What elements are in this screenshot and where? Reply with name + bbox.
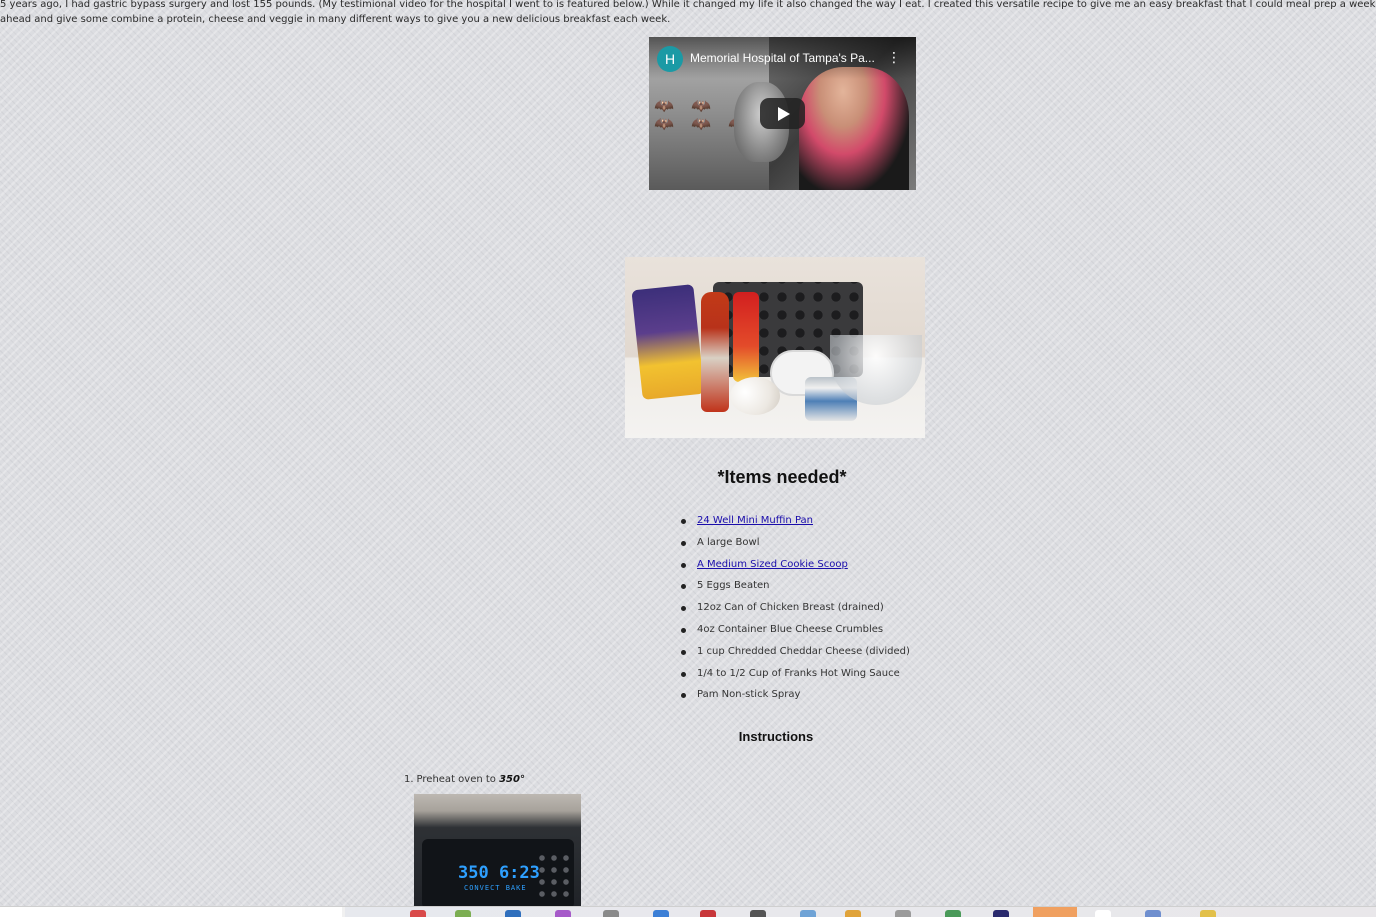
youtube-video-embed[interactable]: 🦇 🦇 🦇 🦇 🦇 H Memorial Hospital of Tampa's … bbox=[649, 37, 916, 190]
taskbar bbox=[0, 906, 1376, 917]
list-item: 4oz Container Blue Cheese Crumbles bbox=[679, 619, 979, 641]
taskbar-app-icon[interactable] bbox=[845, 910, 861, 917]
taskbar-active-app[interactable] bbox=[1033, 907, 1077, 917]
taskbar-app-icon[interactable] bbox=[410, 910, 426, 917]
taskbar-app-icon[interactable] bbox=[993, 910, 1009, 917]
muffin-pan-link[interactable]: 24 Well Mini Muffin Pan bbox=[697, 515, 813, 526]
step-number: 1. bbox=[404, 774, 414, 785]
channel-avatar[interactable]: H bbox=[657, 46, 683, 72]
ingredients-photo bbox=[625, 257, 925, 438]
intro-paragraph: 5 years ago, I had gastric bypass surger… bbox=[0, 0, 1376, 25]
eggs-image bbox=[730, 377, 780, 415]
list-item: 5 Eggs Beaten bbox=[679, 575, 979, 597]
taskbar-app-icon[interactable] bbox=[1095, 910, 1111, 917]
list-item: 12oz Can of Chicken Breast (drained) bbox=[679, 597, 979, 619]
items-needed-heading: *Items needed* bbox=[717, 467, 847, 487]
list-item: 1 cup Chredded Cheddar Cheese (divided) bbox=[679, 641, 979, 663]
taskbar-app-icon[interactable] bbox=[1200, 910, 1216, 917]
taskbar-app-icon[interactable] bbox=[1145, 910, 1161, 917]
taskbar-app-icon[interactable] bbox=[800, 910, 816, 917]
list-item[interactable]: A Medium Sized Cookie Scoop bbox=[679, 554, 979, 576]
oven-display-mode: CONVECT BAKE bbox=[464, 884, 527, 892]
play-icon[interactable] bbox=[760, 98, 805, 129]
list-item[interactable]: 24 Well Mini Muffin Pan bbox=[679, 510, 979, 532]
taskbar-app-icon[interactable] bbox=[555, 910, 571, 917]
instructions-heading: Instructions bbox=[738, 729, 814, 744]
instructions-list: 1. Preheat oven to 350° bbox=[404, 771, 525, 788]
video-title[interactable]: Memorial Hospital of Tampa's Pa... bbox=[690, 50, 885, 66]
taskbar-app-icons bbox=[345, 907, 1376, 917]
taskbar-app-icon[interactable] bbox=[653, 910, 669, 917]
step-text: Preheat oven to bbox=[416, 774, 500, 785]
taskbar-app-icon[interactable] bbox=[700, 910, 716, 917]
oven-temperature: 350° bbox=[499, 774, 525, 785]
cookie-scoop-link[interactable]: A Medium Sized Cookie Scoop bbox=[697, 559, 848, 570]
taskbar-app-icon[interactable] bbox=[750, 910, 766, 917]
cooking-spray-image bbox=[733, 292, 759, 382]
taskbar-app-icon[interactable] bbox=[505, 910, 521, 917]
oven-display-readout: 350 6:23 bbox=[458, 863, 540, 883]
items-needed-list: 24 Well Mini Muffin Pan A large Bowl A M… bbox=[679, 510, 979, 706]
oven-keypad bbox=[536, 852, 572, 897]
taskbar-app-icon[interactable] bbox=[603, 910, 619, 917]
list-item: A large Bowl bbox=[679, 532, 979, 554]
presenter-figure bbox=[799, 67, 909, 190]
taskbar-app-icon[interactable] bbox=[945, 910, 961, 917]
list-item: Pam Non-stick Spray bbox=[679, 684, 979, 706]
list-item: 1/4 to 1/2 Cup of Franks Hot Wing Sauce bbox=[679, 663, 979, 685]
taskbar-search-area[interactable] bbox=[0, 907, 342, 917]
cheese-bag-image bbox=[631, 284, 705, 400]
instruction-step: 1. Preheat oven to 350° bbox=[404, 771, 525, 788]
kebab-menu-icon[interactable]: ⋮ bbox=[887, 49, 901, 67]
oven-photo: 350 6:23 CONVECT BAKE bbox=[414, 794, 581, 906]
hot-sauce-bottle-image bbox=[701, 292, 729, 412]
taskbar-app-icon[interactable] bbox=[455, 910, 471, 917]
taskbar-app-icon[interactable] bbox=[895, 910, 911, 917]
